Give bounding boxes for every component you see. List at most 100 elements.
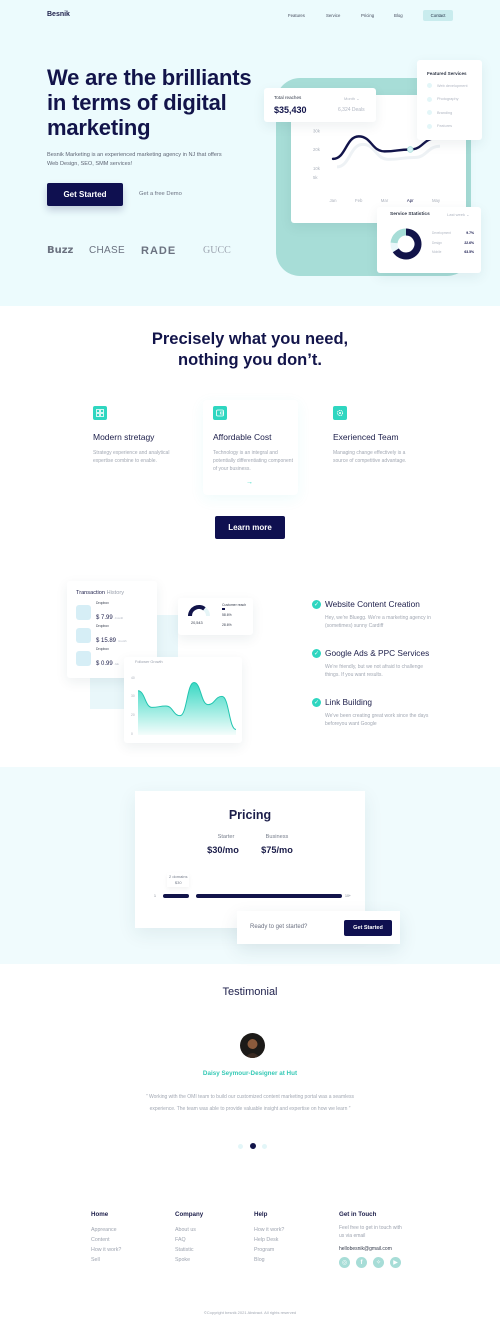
free-demo-link[interactable]: Get a free Demo [139, 191, 182, 197]
hero-title-highlight: digital [163, 90, 227, 115]
footer-contact-text: Feel free to get in touch with us via em… [339, 1225, 402, 1239]
x-tick-label: Jan [330, 198, 338, 203]
footer-link[interactable]: Help Desk [254, 1237, 284, 1243]
y-tick-label: 0 [131, 732, 133, 736]
footer-link[interactable]: Spoke [175, 1257, 203, 1263]
plan-name: Business [265, 834, 289, 840]
domain-slider-handle[interactable] [189, 892, 196, 900]
plan-name: Starter [217, 834, 235, 840]
transaction-info: Dropbox $ 15.89/month [96, 624, 127, 647]
transaction-item[interactable]: Dropbox $ 0.99/wk [76, 647, 119, 670]
transaction-amount: $ 15.89 [96, 638, 117, 644]
featured-services-card: Featured Services Web development Photogr… [417, 60, 482, 140]
service-item: ✓ Google Ads & PPC Services We're friendly… [312, 648, 442, 679]
footer-link[interactable]: How it work? [91, 1247, 121, 1253]
stats-period-select[interactable]: Last week ⌄ [447, 212, 470, 217]
stats-title: Service Statistics [390, 212, 430, 217]
featured-service-label: Features [437, 124, 452, 128]
footer-link[interactable]: Blog [254, 1257, 284, 1263]
nav-link-features[interactable]: Features [288, 13, 305, 18]
facebook-icon[interactable]: f [356, 1257, 367, 1268]
stats-row: Mobile 63.5% [432, 250, 474, 254]
copyright: ©Copyright besnik 2021 Abstract. All rig… [203, 1310, 297, 1315]
footer-link[interactable]: FAQ [175, 1237, 203, 1243]
featured-service-item[interactable]: Features [427, 123, 452, 129]
stats-value: 9.7% [466, 231, 474, 235]
footer-link[interactable]: About us [175, 1227, 203, 1233]
nav-link-service[interactable]: Service [326, 13, 340, 18]
footer-contact: Get in Touch Feel free to get in touch w… [339, 1211, 419, 1268]
service-title: Website Content Creation [325, 599, 420, 609]
features-title-line1: Precisely what you need, [151, 330, 349, 348]
x-tick-label: Apr [407, 198, 414, 203]
follower-area-fill [138, 682, 236, 735]
deals-count: 6,324 Deals [338, 107, 365, 113]
footer-link[interactable]: Program [254, 1247, 284, 1253]
testimonial-avatar [240, 1033, 265, 1058]
transaction-item[interactable]: Dropbox $ 7.99/month [76, 601, 123, 624]
instagram-icon[interactable]: ◎ [339, 1257, 350, 1268]
brand-buzz: Buzz [47, 245, 74, 256]
footer-link[interactable]: How it work? [254, 1227, 284, 1233]
transaction-item[interactable]: Dropbox $ 15.89/month [76, 624, 127, 647]
transaction-amount-row: $ 0.99/wk [96, 652, 119, 670]
carousel-dot[interactable] [238, 1144, 243, 1149]
featured-service-item[interactable]: Photography [427, 96, 459, 102]
check-icon: ✓ [312, 648, 321, 658]
hero-title: We are the brilliants in terms of digita… [47, 65, 272, 140]
gauge-row1: 58.6% [222, 613, 232, 617]
youtube-icon[interactable]: ▶ [390, 1257, 401, 1268]
pricing-get-started-button[interactable]: Get Started [344, 920, 392, 936]
feature-item-strategy: Modern stretagy Strategy experience and … [93, 406, 173, 465]
donut-slice-design [390, 228, 407, 244]
footer-link[interactable]: Appreance [91, 1227, 121, 1233]
transaction-period: /wk [114, 662, 119, 666]
stats-label: Development [432, 231, 451, 235]
featured-services-title: Featured Services [427, 71, 467, 76]
gear-icon [333, 406, 347, 420]
footer-column-help: Help How it work? Help Desk Program Blog [254, 1211, 284, 1263]
grid-icon [93, 406, 107, 420]
y-tick-label: 30 [131, 694, 135, 698]
service-title: Link Building [325, 697, 373, 707]
featured-service-item[interactable]: Branding [427, 110, 452, 115]
customer-reach-card: 20,543 Customer reach 58.6% 28.6% [178, 598, 253, 635]
contact-button[interactable]: Contact [423, 10, 453, 21]
footer-column-company: Company About us FAQ Statistic Spoke [175, 1211, 203, 1263]
arrow-right-icon[interactable]: → [246, 479, 293, 486]
domain-slider-filled[interactable] [163, 894, 190, 898]
wallet-icon [213, 406, 227, 420]
nav-link-pricing[interactable]: Pricing [361, 13, 374, 18]
plan-starter[interactable]: Starter $30/mo [207, 834, 242, 855]
nav-link-blog[interactable]: Blog [394, 13, 403, 18]
brand-logo[interactable]: Besnik [47, 11, 70, 18]
brand-gucc: GUCC [203, 245, 231, 256]
x-tick-label: Feb [355, 198, 363, 203]
ready-cta-card: Ready to get started? Get Started [237, 911, 400, 944]
chevron-down-icon: ⌄ [356, 96, 360, 101]
learn-more-button[interactable]: Learn more [215, 516, 285, 539]
period-select[interactable]: Month ⌄ [344, 96, 360, 101]
pricing-title: Pricing [228, 808, 272, 822]
twitter-icon[interactable]: ✧ [373, 1257, 384, 1268]
radio-icon [427, 96, 432, 102]
transaction-title-strong: Transaction [76, 590, 106, 596]
featured-service-item[interactable]: Web development [427, 83, 468, 88]
transaction-name: Dropbox [96, 601, 109, 605]
domain-slider-track[interactable] [196, 894, 342, 898]
service-desc: We've been creating great work since the… [325, 713, 429, 727]
get-started-button[interactable]: Get Started [47, 183, 123, 206]
footer-email-link[interactable]: hellobesnik@gmail.com [339, 1246, 419, 1252]
footer-link[interactable]: Content [91, 1237, 121, 1243]
radio-icon [427, 123, 432, 129]
carousel-dot[interactable] [250, 1143, 256, 1149]
service-title: Google Ads & PPC Services [325, 648, 430, 658]
footer-link[interactable]: Sell [91, 1257, 121, 1263]
dropbox-icon [76, 605, 91, 620]
footer-link[interactable]: Statistic [175, 1247, 203, 1253]
transaction-amount-row: $ 15.89/month [96, 629, 127, 647]
carousel-dot[interactable] [262, 1144, 267, 1149]
transaction-amount-row: $ 7.99/month [96, 606, 123, 624]
check-icon: ✓ [312, 599, 321, 609]
plan-business[interactable]: Business $75/mo [259, 834, 295, 855]
